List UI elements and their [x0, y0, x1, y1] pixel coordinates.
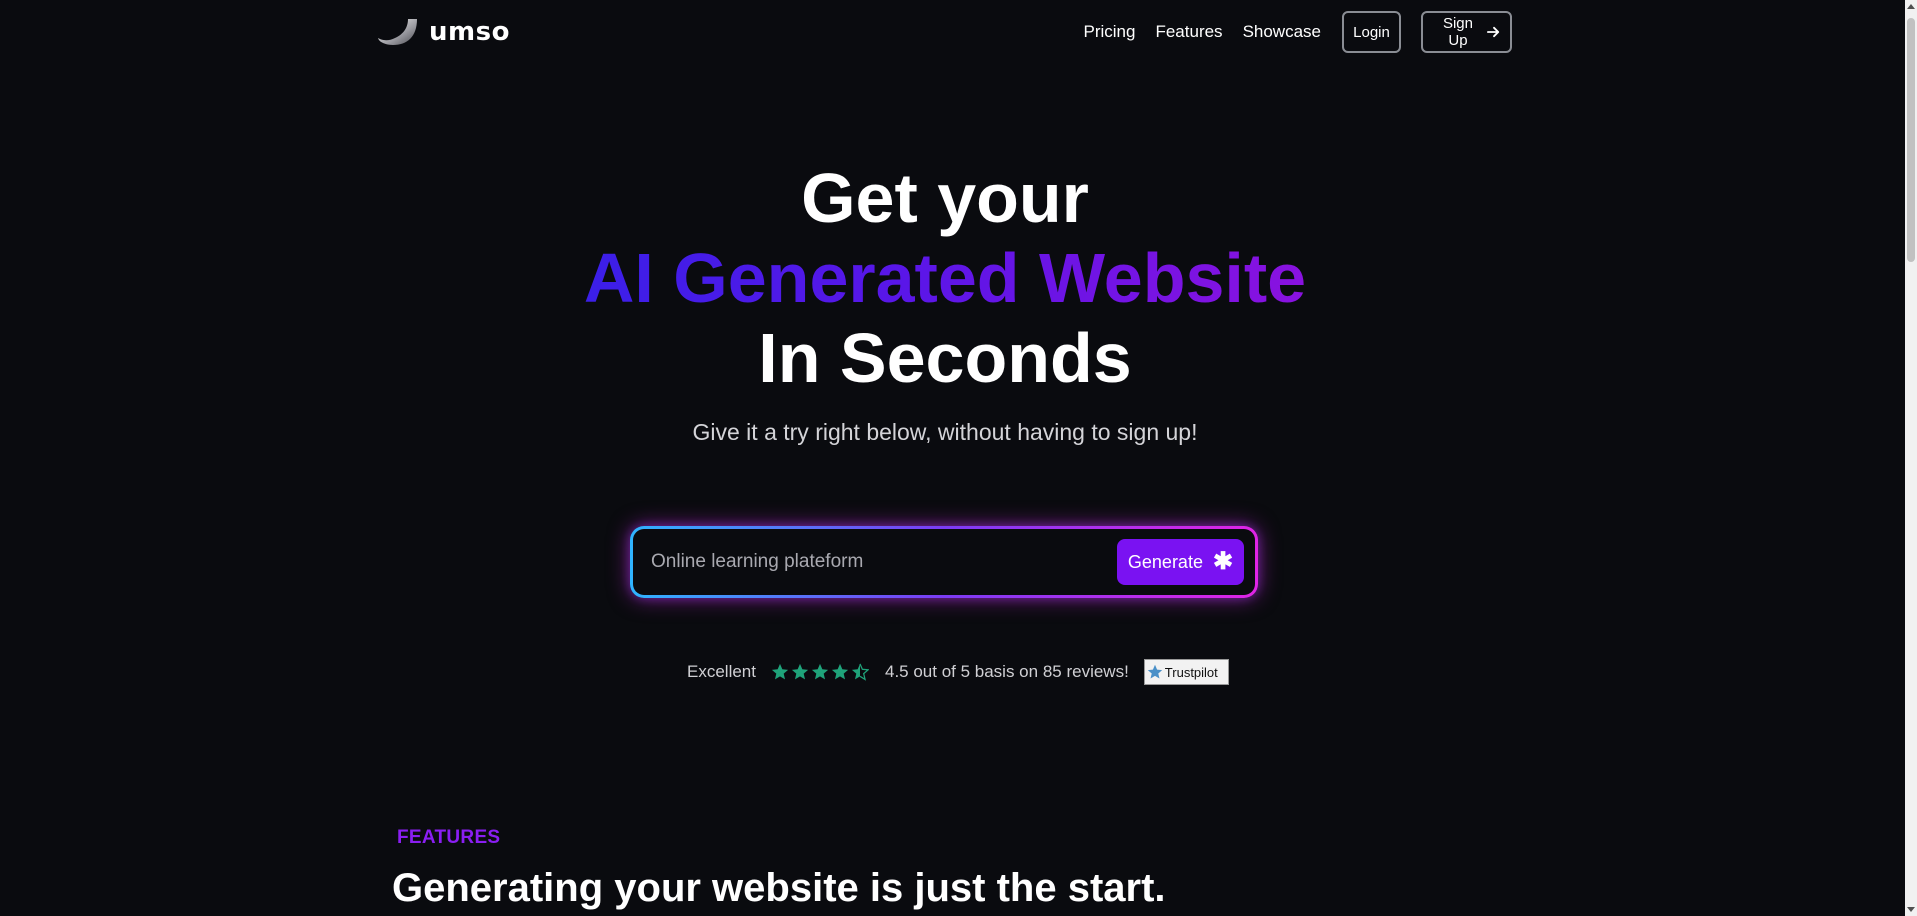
scrollbar-thumb[interactable]: [1907, 18, 1915, 262]
signup-button[interactable]: Sign Up: [1421, 11, 1512, 53]
rating-row: Excellent 4.5 out of 5 basis on 85 revie…: [687, 658, 1229, 686]
scroll-up-arrow-icon[interactable]: [1907, 4, 1915, 9]
star-icon: [771, 663, 789, 680]
features-heading: Generating your website is just the star…: [392, 866, 1166, 910]
trustpilot-star-icon: [1147, 664, 1162, 679]
trustpilot-label: Trustpilot: [1164, 664, 1218, 680]
sparkle-icon: ✱: [1212, 548, 1234, 575]
trustpilot-badge[interactable]: Trustpilot: [1143, 659, 1229, 685]
rating-summary: 4.5 out of 5 basis on 85 reviews!: [884, 662, 1129, 681]
star-icon: [811, 663, 829, 680]
nav-links: Pricing Features Showcase Login Sign Up: [1084, 11, 1512, 53]
logo-link[interactable]: umso: [377, 14, 510, 50]
signup-button-label: Sign Up: [1442, 15, 1473, 49]
login-button[interactable]: Login: [1342, 11, 1401, 53]
vertical-scrollbar[interactable]: [1905, 0, 1917, 916]
generator-inner: Generate ✱: [633, 529, 1255, 595]
star-icon: [791, 663, 809, 680]
scroll-down-arrow-icon[interactable]: [1907, 907, 1915, 912]
hero-subtitle: Give it a try right below, without havin…: [692, 419, 1198, 445]
generator-box: Generate ✱: [630, 526, 1258, 598]
hero-title-line-3: In Seconds: [758, 319, 1132, 397]
generate-button[interactable]: Generate ✱: [1117, 539, 1244, 585]
rating-label: Excellent: [687, 662, 756, 681]
hero-title-gradient-text: AI Generated Website: [583, 239, 1307, 317]
nav-link-pricing[interactable]: Pricing: [1084, 22, 1136, 42]
star-icon: [831, 663, 849, 680]
generate-button-label: Generate: [1127, 551, 1203, 572]
nav-link-features[interactable]: Features: [1155, 22, 1222, 42]
hero-title-line-1: Get your: [801, 159, 1089, 237]
website-idea-input[interactable]: [651, 541, 1091, 583]
features-eyebrow: FEATURES: [397, 827, 501, 848]
umso-swoosh-logo-icon: [378, 19, 417, 45]
hero-title-line-2: AI Generated Website: [0, 238, 1890, 318]
top-navigation: umso Pricing Features Showcase Login Sig…: [0, 0, 1905, 64]
logo-text: umso: [429, 17, 510, 47]
login-button-label: Login: [1353, 23, 1390, 41]
nav-link-showcase[interactable]: Showcase: [1243, 22, 1321, 42]
page: umso Pricing Features Showcase Login Sig…: [0, 0, 1905, 916]
half-star-icon: [851, 663, 869, 681]
rating-stars: [771, 663, 869, 681]
arrow-right-icon: [1486, 26, 1500, 38]
